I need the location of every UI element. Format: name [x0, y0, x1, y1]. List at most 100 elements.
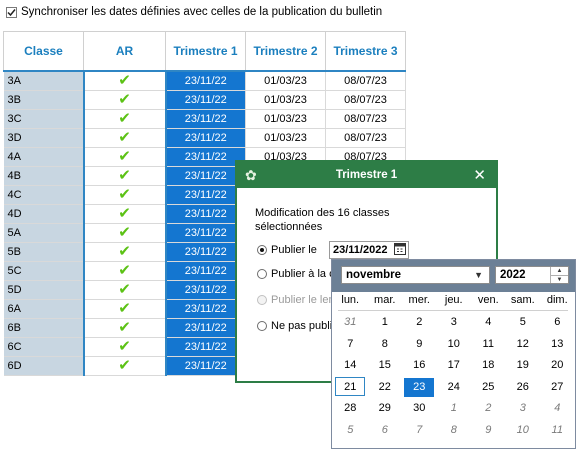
option-ne-pas-publier[interactable]: Ne pas publi [257, 320, 332, 332]
cell-ar[interactable]: ✔ [82, 337, 167, 357]
calendar-day[interactable]: 31 [333, 312, 368, 334]
calendar-day[interactable]: 11 [540, 420, 575, 442]
cell-classe[interactable]: 6C [3, 337, 84, 357]
calendar-day[interactable]: 7 [402, 420, 437, 442]
cell-trimestre-1[interactable]: 23/11/22 [165, 204, 246, 224]
calendar-day[interactable]: 10 [437, 334, 472, 356]
cell-trimestre-1[interactable]: 23/11/22 [165, 147, 246, 167]
calendar-day[interactable]: 4 [471, 312, 506, 334]
cell-ar[interactable]: ✔ [82, 166, 167, 186]
calendar-day[interactable]: 25 [471, 377, 506, 399]
cell-classe[interactable]: 6A [3, 299, 84, 319]
cell-trimestre-1[interactable]: 23/11/22 [165, 280, 246, 300]
cell-trimestre-3[interactable]: 08/07/23 [325, 90, 406, 110]
table-row[interactable]: 3C ✔ 23/11/22 01/03/23 08/07/23 [3, 109, 406, 129]
calendar-day[interactable]: 1 [437, 398, 472, 420]
radio-publier-le[interactable] [257, 245, 267, 255]
calendar-day[interactable]: 24 [437, 377, 472, 399]
cell-trimestre-3[interactable]: 08/07/23 [325, 109, 406, 129]
calendar-day[interactable]: 5 [333, 420, 368, 442]
cell-ar[interactable]: ✔ [82, 356, 167, 376]
cell-ar[interactable]: ✔ [82, 147, 167, 167]
cell-classe[interactable]: 5B [3, 242, 84, 262]
cell-classe[interactable]: 6B [3, 318, 84, 338]
cell-trimestre-1[interactable]: 23/11/22 [165, 71, 246, 91]
calendar-day[interactable]: 3 [437, 312, 472, 334]
calendar-day[interactable]: 29 [368, 398, 403, 420]
calendar-day[interactable]: 13 [540, 334, 575, 356]
spin-down-icon[interactable]: ▼ [551, 276, 568, 284]
cell-classe[interactable]: 3A [3, 71, 84, 91]
cell-classe[interactable]: 6D [3, 356, 84, 376]
cell-classe[interactable]: 3B [3, 90, 84, 110]
cell-trimestre-1[interactable]: 23/11/22 [165, 337, 246, 357]
table-row[interactable]: 3B ✔ 23/11/22 01/03/23 08/07/23 [3, 90, 406, 110]
column-header-classe[interactable]: Classe [3, 31, 84, 72]
cell-ar[interactable]: ✔ [82, 261, 167, 281]
calendar-day[interactable]: 12 [506, 334, 541, 356]
cell-trimestre-1[interactable]: 23/11/22 [165, 90, 246, 110]
cell-ar[interactable]: ✔ [82, 280, 167, 300]
cell-classe[interactable]: 5D [3, 280, 84, 300]
cell-classe[interactable]: 4D [3, 204, 84, 224]
cell-trimestre-1[interactable]: 23/11/22 [165, 299, 246, 319]
calendar-day[interactable]: 8 [437, 420, 472, 442]
calendar-day[interactable]: 8 [368, 334, 403, 356]
calendar-icon[interactable] [394, 242, 406, 259]
calendar-day[interactable]: 16 [402, 355, 437, 377]
calendar-day[interactable]: 1 [368, 312, 403, 334]
cell-ar[interactable]: ✔ [82, 242, 167, 262]
cell-classe[interactable]: 4B [3, 166, 84, 186]
cell-trimestre-1[interactable]: 23/11/22 [165, 109, 246, 129]
cell-trimestre-2[interactable]: 01/03/23 [245, 109, 326, 129]
calendar-day[interactable]: 2 [402, 312, 437, 334]
close-icon[interactable]: ✕ [473, 166, 486, 184]
calendar-day[interactable]: 22 [368, 377, 403, 399]
cell-trimestre-3[interactable]: 08/07/23 [325, 71, 406, 91]
cell-ar[interactable]: ✔ [82, 185, 167, 205]
option-publier-le[interactable]: Publier le [257, 244, 317, 256]
cell-classe[interactable]: 3C [3, 109, 84, 129]
calendar-day-today[interactable]: 21 [333, 376, 368, 399]
calendar-day[interactable]: 3 [506, 398, 541, 420]
cell-trimestre-3[interactable]: 08/07/23 [325, 128, 406, 148]
calendar-day[interactable]: 20 [540, 355, 575, 377]
cell-ar[interactable]: ✔ [82, 223, 167, 243]
column-header-trimestre-1[interactable]: Trimestre 1 [165, 31, 246, 72]
calendar-day[interactable]: 26 [506, 377, 541, 399]
cell-ar[interactable]: ✔ [82, 109, 167, 129]
calendar-day[interactable]: 14 [333, 355, 368, 377]
cell-trimestre-2[interactable]: 01/03/23 [245, 90, 326, 110]
cell-classe[interactable]: 3D [3, 128, 84, 148]
calendar-day[interactable]: 19 [506, 355, 541, 377]
calendar-day[interactable]: 5 [506, 312, 541, 334]
sync-dates-row[interactable]: Synchroniser les dates définies avec cel… [6, 4, 382, 20]
cell-trimestre-2[interactable]: 01/03/23 [245, 128, 326, 148]
table-row[interactable]: 3D ✔ 23/11/22 01/03/23 08/07/23 [3, 128, 406, 148]
cell-trimestre-1[interactable]: 23/11/22 [165, 185, 246, 205]
calendar-day[interactable]: 4 [540, 398, 575, 420]
cell-ar[interactable]: ✔ [82, 71, 167, 91]
cell-trimestre-2[interactable]: 01/03/23 [245, 71, 326, 91]
option-publier-a-la-c[interactable]: Publier à la c [257, 268, 335, 280]
calendar-day[interactable]: 7 [333, 334, 368, 356]
cell-ar[interactable]: ✔ [82, 128, 167, 148]
year-spinner[interactable]: 2022 ▲ ▼ [495, 266, 569, 284]
calendar-day[interactable]: 6 [540, 312, 575, 334]
cell-classe[interactable]: 4A [3, 147, 84, 167]
calendar-day[interactable]: 10 [506, 420, 541, 442]
publish-date-input[interactable]: 23/11/2022 [329, 241, 409, 259]
column-header-trimestre-3[interactable]: Trimestre 3 [325, 31, 406, 72]
cell-ar[interactable]: ✔ [82, 204, 167, 224]
year-spin-buttons[interactable]: ▲ ▼ [550, 267, 568, 283]
calendar-day[interactable]: 30 [402, 398, 437, 420]
cell-classe[interactable]: 5A [3, 223, 84, 243]
cell-trimestre-1[interactable]: 23/11/22 [165, 128, 246, 148]
radio-ne-pas-publier[interactable] [257, 321, 267, 331]
calendar-day[interactable]: 15 [368, 355, 403, 377]
cell-trimestre-1[interactable]: 23/11/22 [165, 242, 246, 262]
calendar-day[interactable]: 6 [368, 420, 403, 442]
calendar-day-selected[interactable]: 23 [402, 377, 437, 399]
cell-ar[interactable]: ✔ [82, 318, 167, 338]
calendar-day[interactable]: 18 [471, 355, 506, 377]
